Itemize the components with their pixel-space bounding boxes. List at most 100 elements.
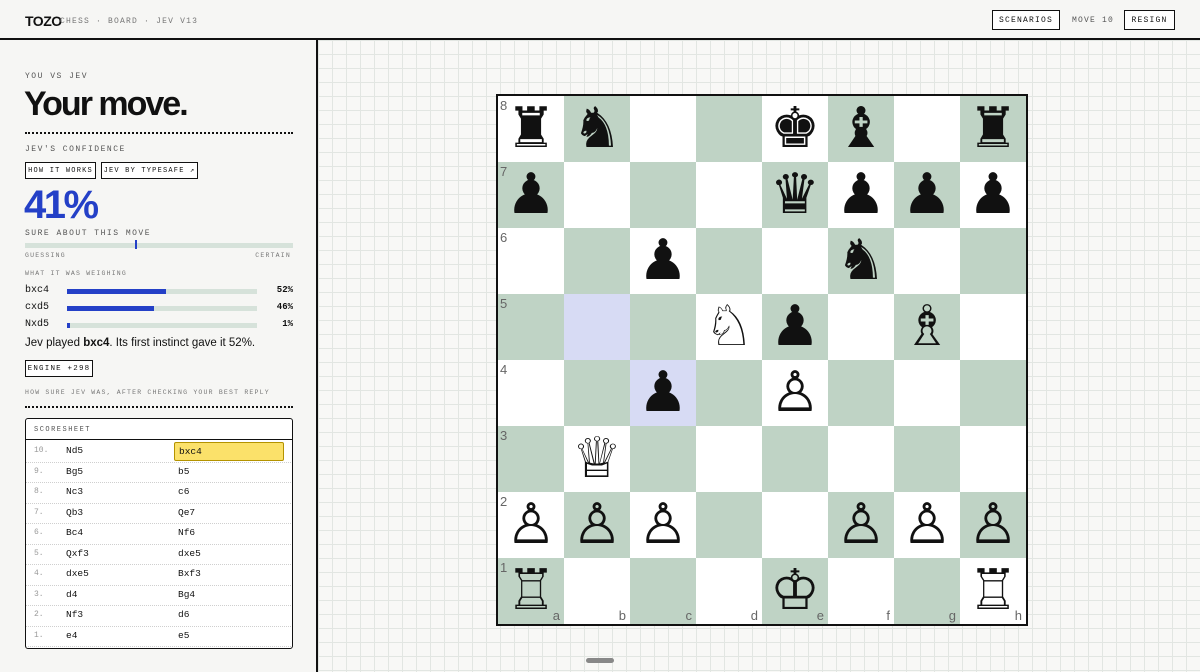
black-move[interactable]: Nf6 (174, 524, 284, 543)
scoresheet-row[interactable]: 5. Qxf3 dxe5 (26, 544, 291, 565)
white-piece[interactable]: ♙ (506, 497, 556, 553)
white-piece[interactable]: ♗ (902, 299, 952, 355)
square-d2[interactable] (696, 492, 762, 558)
square-f5[interactable] (828, 294, 894, 360)
square-c4[interactable]: ♟ (630, 360, 696, 426)
square-h3[interactable] (960, 426, 1026, 492)
square-d8[interactable] (696, 96, 762, 162)
square-b3[interactable]: ♕ (564, 426, 630, 492)
drag-handle[interactable] (586, 658, 614, 663)
square-e7[interactable]: ♛ (762, 162, 828, 228)
square-d4[interactable] (696, 360, 762, 426)
black-move[interactable]: b5 (174, 463, 284, 482)
square-d5[interactable]: ♘ (696, 294, 762, 360)
scoresheet-row[interactable]: 1. e4 e5 (26, 626, 291, 647)
white-piece[interactable]: ♖ (506, 563, 556, 619)
scoresheet-row[interactable]: 8. Nc3 c6 (26, 482, 291, 504)
black-piece[interactable]: ♟ (836, 167, 886, 223)
white-piece[interactable]: ♙ (968, 497, 1018, 553)
square-f7[interactable]: ♟ (828, 162, 894, 228)
white-move[interactable]: d4 (66, 589, 77, 600)
breadcrumb-chess[interactable]: CHESS (60, 17, 90, 26)
square-g6[interactable] (894, 228, 960, 294)
black-piece[interactable]: ♜ (506, 101, 556, 157)
black-piece[interactable]: ♟ (770, 299, 820, 355)
white-move[interactable]: Nc3 (66, 486, 83, 497)
black-piece[interactable]: ♚ (770, 101, 820, 157)
square-b4[interactable] (564, 360, 630, 426)
black-move[interactable]: bxc4 (174, 442, 284, 461)
black-piece[interactable]: ♟ (638, 233, 688, 289)
square-g5[interactable]: ♗ (894, 294, 960, 360)
black-move[interactable]: e5 (174, 627, 284, 646)
breadcrumb-board[interactable]: BOARD (108, 17, 138, 26)
scoresheet-row[interactable]: 2. Nf3 d6 (26, 605, 291, 627)
black-piece[interactable]: ♟ (638, 365, 688, 421)
square-h1[interactable]: h ♖ (960, 558, 1026, 624)
black-piece[interactable]: ♜ (968, 101, 1018, 157)
white-piece[interactable]: ♖ (968, 563, 1018, 619)
black-piece[interactable]: ♟ (902, 167, 952, 223)
square-f1[interactable]: f (828, 558, 894, 624)
square-a2[interactable]: 2 ♙ (498, 492, 564, 558)
scoresheet-row[interactable]: 10. Nd5 bxc4 (26, 441, 291, 463)
black-piece[interactable]: ♝ (836, 101, 886, 157)
scoresheet-row[interactable]: 3. d4 Bg4 (26, 585, 291, 606)
white-piece[interactable]: ♙ (902, 497, 952, 553)
square-b6[interactable] (564, 228, 630, 294)
square-g4[interactable] (894, 360, 960, 426)
square-a4[interactable]: 4 (498, 360, 564, 426)
white-piece[interactable]: ♘ (704, 299, 754, 355)
black-piece[interactable]: ♞ (572, 101, 622, 157)
white-piece[interactable]: ♙ (638, 497, 688, 553)
square-f2[interactable]: ♙ (828, 492, 894, 558)
square-a1[interactable]: 1 a ♖ (498, 558, 564, 624)
square-g3[interactable] (894, 426, 960, 492)
white-move[interactable]: Qb3 (66, 507, 83, 518)
white-piece[interactable]: ♕ (572, 431, 622, 487)
white-move[interactable]: Bg5 (66, 466, 83, 477)
square-b2[interactable]: ♙ (564, 492, 630, 558)
square-b8[interactable]: ♞ (564, 96, 630, 162)
square-a8[interactable]: 8 ♜ (498, 96, 564, 162)
square-g1[interactable]: g (894, 558, 960, 624)
how-it-works-button[interactable]: HOW IT WORKS (25, 162, 96, 179)
square-g2[interactable]: ♙ (894, 492, 960, 558)
square-f3[interactable] (828, 426, 894, 492)
square-e1[interactable]: e ♔ (762, 558, 828, 624)
square-h6[interactable] (960, 228, 1026, 294)
square-d3[interactable] (696, 426, 762, 492)
black-move[interactable]: c6 (174, 483, 284, 502)
square-c7[interactable] (630, 162, 696, 228)
square-f6[interactable]: ♞ (828, 228, 894, 294)
square-h2[interactable]: ♙ (960, 492, 1026, 558)
black-move[interactable]: d6 (174, 606, 284, 625)
square-a7[interactable]: 7 ♟ (498, 162, 564, 228)
square-c3[interactable] (630, 426, 696, 492)
jev-by-typesafe-link[interactable]: JEV BY TYPESAFE ↗ (101, 162, 198, 179)
square-a5[interactable]: 5 (498, 294, 564, 360)
black-piece[interactable]: ♟ (968, 167, 1018, 223)
black-move[interactable]: Bg4 (174, 586, 284, 605)
scoresheet-row[interactable]: 9. Bg5 b5 (26, 462, 291, 483)
square-f4[interactable] (828, 360, 894, 426)
square-e8[interactable]: ♚ (762, 96, 828, 162)
white-move[interactable]: Bc4 (66, 527, 83, 538)
square-c5[interactable] (630, 294, 696, 360)
square-c1[interactable]: c (630, 558, 696, 624)
square-c8[interactable] (630, 96, 696, 162)
square-c2[interactable]: ♙ (630, 492, 696, 558)
square-e5[interactable]: ♟ (762, 294, 828, 360)
black-move[interactable]: Bxf3 (174, 565, 284, 584)
white-move[interactable]: Nf3 (66, 609, 83, 620)
square-a3[interactable]: 3 (498, 426, 564, 492)
square-d7[interactable] (696, 162, 762, 228)
scenarios-button[interactable]: SCENARIOS (992, 10, 1060, 30)
white-piece[interactable]: ♔ (770, 563, 820, 619)
scoresheet-row[interactable]: 7. Qb3 Qe7 (26, 503, 291, 524)
white-piece[interactable]: ♙ (836, 497, 886, 553)
white-move[interactable]: e4 (66, 630, 77, 641)
square-g7[interactable]: ♟ (894, 162, 960, 228)
square-f8[interactable]: ♝ (828, 96, 894, 162)
white-move[interactable]: dxe5 (66, 568, 89, 579)
